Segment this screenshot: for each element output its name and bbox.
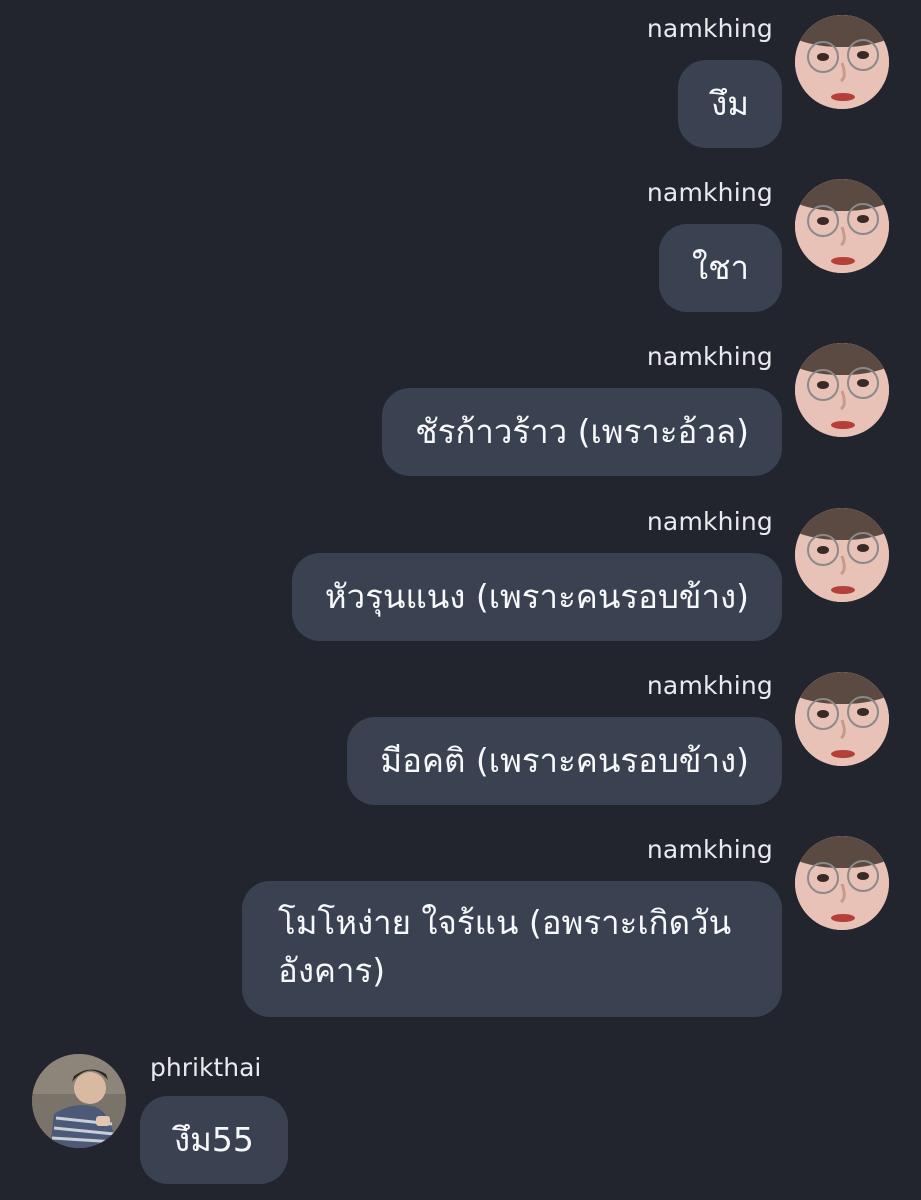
message-row: phrikthai งึม55 <box>0 1039 921 1199</box>
chat-thread: namkhing งึม namkhing ใชา namkhing ชัรก้… <box>0 0 921 1200</box>
sender-name[interactable]: namkhing <box>647 835 773 864</box>
sender-name[interactable]: namkhing <box>647 342 773 371</box>
sender-name[interactable]: namkhing <box>647 178 773 207</box>
avatar[interactable] <box>795 179 889 273</box>
avatar[interactable] <box>32 1054 126 1148</box>
sender-name[interactable]: namkhing <box>647 507 773 536</box>
message-bubble[interactable]: โมโหง่าย ใจร้แน (อพราะเกิดวันอังคาร) <box>242 881 782 1017</box>
message-row: namkhing ใชา <box>0 164 921 314</box>
avatar[interactable] <box>795 15 889 109</box>
sender-name[interactable]: phrikthai <box>150 1053 261 1082</box>
message-bubble[interactable]: งึม <box>678 60 782 148</box>
message-row: namkhing งึม <box>0 0 921 150</box>
sender-name[interactable]: namkhing <box>647 671 773 700</box>
avatar[interactable] <box>795 343 889 437</box>
message-bubble[interactable]: มีอคติ (เพราะคนรอบข้าง) <box>347 717 782 805</box>
message-bubble[interactable]: งึม55 <box>140 1096 288 1184</box>
message-bubble[interactable]: หัวรุนแนง (เพราะคนรอบข้าง) <box>291 553 782 641</box>
message-bubble[interactable]: ใชา <box>658 224 782 312</box>
avatar[interactable] <box>795 672 889 766</box>
message-row: namkhing หัวรุนแนง (เพราะคนรอบข้าง) <box>0 493 921 643</box>
sender-name[interactable]: namkhing <box>647 14 773 43</box>
message-bubble[interactable]: ชัรก้าวร้าว (เพราะอ้วล) <box>382 388 782 476</box>
message-row: namkhing มีอคติ (เพราะคนรอบข้าง) <box>0 657 921 807</box>
message-row: namkhing โมโหง่าย ใจร้แน (อพราะเกิดวันอั… <box>0 821 921 1031</box>
avatar[interactable] <box>795 836 889 930</box>
message-row: namkhing ชัรก้าวร้าว (เพราะอ้วล) <box>0 328 921 478</box>
avatar[interactable] <box>795 508 889 602</box>
